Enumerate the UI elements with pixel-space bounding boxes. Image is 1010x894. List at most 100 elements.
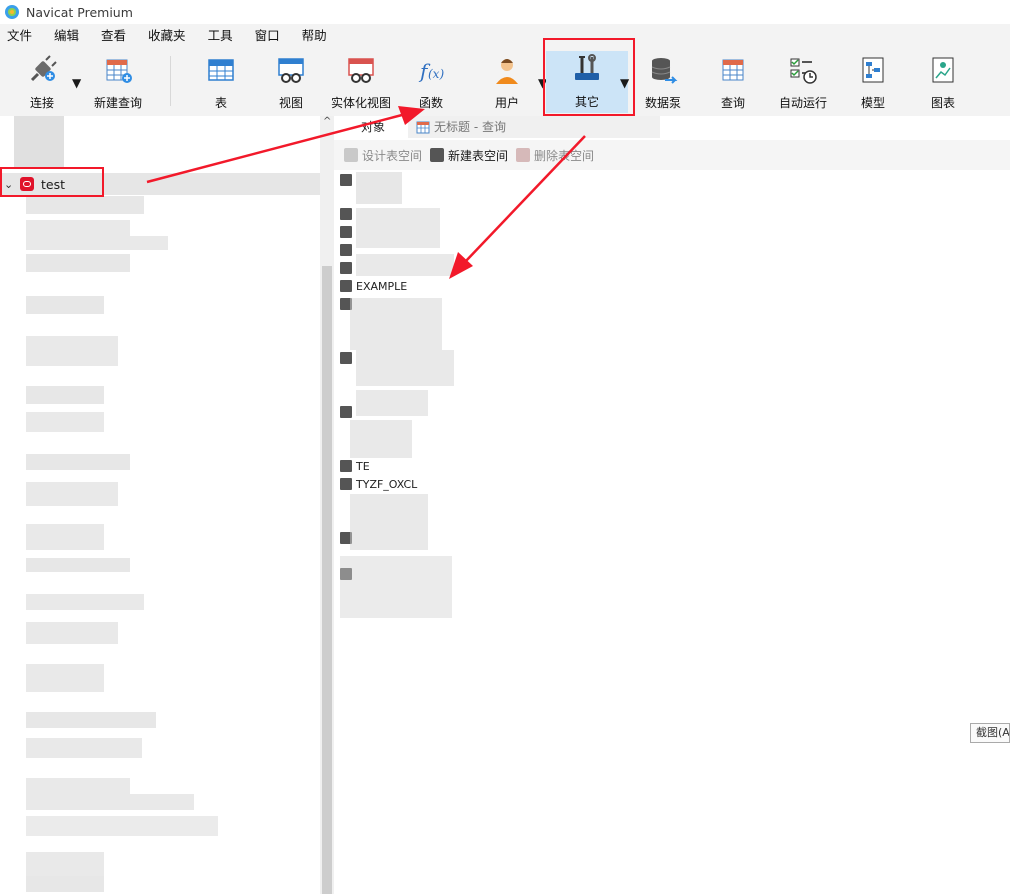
blurred-list-item bbox=[350, 298, 442, 350]
tab-objects[interactable]: 对象 bbox=[334, 116, 408, 138]
delete-tablespace-icon bbox=[516, 148, 531, 162]
other-highlight-box bbox=[543, 38, 635, 116]
function-button[interactable]: f (x) 函数 bbox=[406, 52, 456, 112]
title-bar: Navicat Premium bbox=[0, 0, 1010, 24]
blurred-list-item bbox=[350, 420, 412, 458]
tablespace-icon bbox=[340, 280, 352, 292]
blurred-tree-item bbox=[26, 594, 144, 610]
materialized-view-label: 实体化视图 bbox=[330, 96, 391, 110]
object-toolbar: 设计表空间 新建表空间 删除表空间 bbox=[334, 140, 1010, 170]
blurred-tree-item bbox=[26, 558, 130, 572]
model-icon bbox=[862, 57, 884, 83]
toolbar-divider bbox=[170, 56, 171, 106]
tab-query-label: 无标题 - 查询 bbox=[434, 120, 506, 134]
table-button[interactable]: 表 bbox=[196, 52, 246, 112]
blurred-tree-item bbox=[26, 778, 130, 794]
new-query-button[interactable]: 新建查询 bbox=[88, 52, 148, 112]
connect-label: 连接 bbox=[29, 96, 54, 110]
query-label: 查询 bbox=[720, 96, 745, 110]
design-tablespace-label: 设计表空间 bbox=[362, 148, 423, 163]
design-tablespace-button[interactable]: 设计表空间 bbox=[344, 147, 422, 164]
tablespace-icon bbox=[340, 406, 352, 418]
tablespace-icon bbox=[340, 174, 352, 186]
schedule-icon bbox=[790, 58, 817, 84]
automation-label: 自动运行 bbox=[778, 96, 827, 110]
blurred-tree-item bbox=[26, 454, 130, 470]
pane-scrollbar[interactable]: ^ bbox=[320, 116, 334, 894]
tablespace-icon bbox=[340, 208, 352, 220]
blurred-tree-item bbox=[26, 386, 104, 404]
view-button[interactable]: 视图 bbox=[266, 52, 316, 112]
blurred-tree-item bbox=[26, 712, 156, 728]
connect-dropdown-caret-icon[interactable]: ▼ bbox=[72, 76, 81, 90]
tablespace-name[interactable]: EXAMPLE bbox=[356, 280, 407, 293]
blurred-list-item bbox=[356, 254, 454, 276]
blurred-list-item bbox=[356, 350, 454, 386]
tab-bar: 对象 无标题 - 查询 bbox=[334, 116, 660, 138]
tablespace-icon bbox=[340, 226, 352, 238]
blurred-tree-item bbox=[26, 524, 104, 550]
blurred-tree-item bbox=[26, 236, 168, 250]
blurred-tree-item bbox=[26, 296, 104, 314]
blurred-tree-item bbox=[26, 336, 118, 366]
tablespace-icon bbox=[340, 244, 352, 256]
blurred-list-item bbox=[356, 390, 428, 416]
materialized-view-icon bbox=[348, 58, 374, 83]
plug-icon bbox=[30, 55, 57, 82]
menu-tools[interactable]: 工具 bbox=[201, 24, 240, 48]
main-toolbar: 连接 ▼ 新建查询 表 视图 实体化视图 f (x) 函数 用户 ▼ 其它 ▼ … bbox=[0, 48, 1010, 116]
blurred-tree-item bbox=[26, 622, 118, 644]
menu-window[interactable]: 窗口 bbox=[248, 24, 287, 48]
menu-favorites[interactable]: 收藏夹 bbox=[141, 24, 193, 48]
view-label: 视图 bbox=[278, 96, 303, 110]
svg-text:(x): (x) bbox=[428, 67, 444, 81]
tab-untitled-query[interactable]: 无标题 - 查询 bbox=[408, 116, 514, 138]
scroll-up-icon[interactable]: ^ bbox=[323, 116, 331, 127]
new-tablespace-icon bbox=[430, 148, 445, 162]
model-button[interactable]: 模型 bbox=[848, 52, 898, 112]
blurred-list-item bbox=[356, 208, 440, 248]
data-pump-icon bbox=[651, 58, 678, 84]
blurred-tree-item bbox=[26, 816, 218, 836]
data-pump-button[interactable]: 数据泵 bbox=[638, 52, 688, 112]
test-highlight-box bbox=[0, 167, 104, 197]
blurred-tree-item bbox=[26, 254, 130, 272]
chart-icon bbox=[932, 57, 954, 83]
blurred-tree-item bbox=[26, 220, 130, 236]
table-icon bbox=[208, 59, 234, 81]
blurred-tree-item bbox=[26, 738, 142, 758]
query-icon bbox=[722, 59, 744, 81]
blurred-tree-item bbox=[26, 852, 104, 876]
delete-tablespace-label: 删除表空间 bbox=[534, 148, 595, 163]
blurred-tree-item bbox=[26, 794, 194, 810]
scrollbar-thumb[interactable] bbox=[322, 266, 332, 894]
menu-file[interactable]: 文件 bbox=[0, 24, 39, 48]
menu-view[interactable]: 查看 bbox=[94, 24, 133, 48]
materialized-view-button[interactable]: 实体化视图 bbox=[328, 52, 394, 112]
user-label: 用户 bbox=[494, 96, 519, 110]
automation-button[interactable]: 自动运行 bbox=[774, 52, 832, 112]
chart-button[interactable]: 图表 bbox=[918, 52, 968, 112]
query-tab-icon bbox=[416, 121, 430, 134]
delete-tablespace-button[interactable]: 删除表空间 bbox=[516, 147, 594, 164]
view-icon bbox=[278, 58, 304, 83]
blurred-tree-item bbox=[26, 196, 144, 214]
query-button[interactable]: 查询 bbox=[708, 52, 758, 112]
new-tablespace-button[interactable]: 新建表空间 bbox=[430, 147, 508, 164]
user-button[interactable]: 用户 bbox=[482, 52, 532, 112]
menu-edit[interactable]: 编辑 bbox=[47, 24, 86, 48]
connect-button[interactable]: 连接 bbox=[16, 52, 68, 112]
chart-label: 图表 bbox=[930, 96, 955, 110]
function-icon: f (x) bbox=[418, 59, 444, 83]
function-label: 函数 bbox=[418, 96, 443, 110]
blurred-tree-item bbox=[26, 876, 104, 892]
tablespace-name[interactable]: TYZF_OXCL bbox=[356, 478, 417, 491]
tablespace-name[interactable]: TE bbox=[356, 460, 370, 473]
tablespace-icon bbox=[340, 478, 352, 490]
window-title: Navicat Premium bbox=[26, 4, 133, 20]
tablespace-icon bbox=[340, 352, 352, 364]
blurred-tree-item bbox=[26, 412, 104, 432]
blurred-list-item bbox=[340, 556, 452, 618]
menu-help[interactable]: 帮助 bbox=[295, 24, 334, 48]
new-query-label: 新建查询 bbox=[93, 96, 142, 110]
